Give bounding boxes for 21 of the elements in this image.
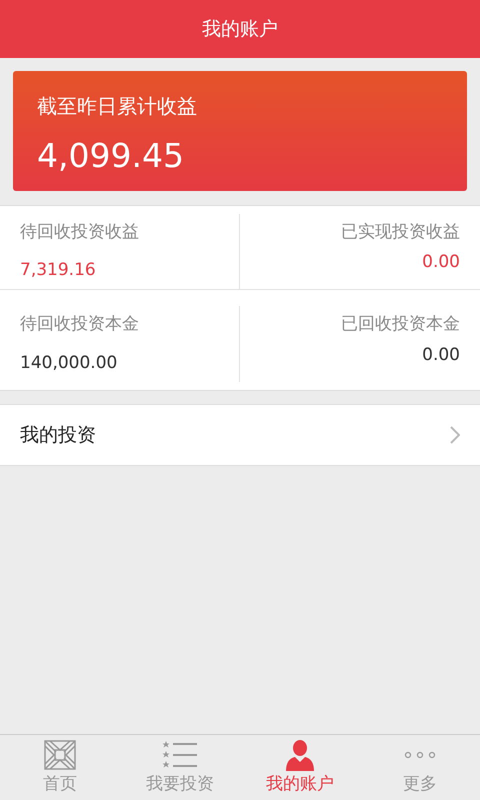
stat-label: 已实现投资收益 [341,221,460,244]
menu-label: 我的投资 [20,422,96,448]
stat-value: 140,000.00 [20,352,118,374]
grid-icon [43,739,77,772]
tab-button[interactable]: 首页 [0,735,120,800]
tab-button[interactable]: 我要投资 [120,735,240,800]
stat-label: 待回收投资收益 [20,221,140,244]
menu-item[interactable]: 我的投资 [0,404,480,466]
stat-label: 已回收投资本金 [341,313,460,336]
stat-value: 0.00 [422,250,460,274]
tab-button[interactable]: 我的账户 [240,735,360,800]
tab-button[interactable]: 更多 [360,735,480,800]
header-title: 我的账户 [202,16,278,42]
person-icon [286,739,314,772]
stat-label: 待回收投资本金 [20,313,140,336]
stat-value: 7,319.16 [20,258,97,282]
earnings-label: 截至昨日累计收益 [37,93,198,120]
earnings-value: 4,099.45 [37,139,185,172]
chevron-icon [450,426,460,444]
stat-value: 0.00 [422,344,460,366]
more-icon [404,750,436,760]
